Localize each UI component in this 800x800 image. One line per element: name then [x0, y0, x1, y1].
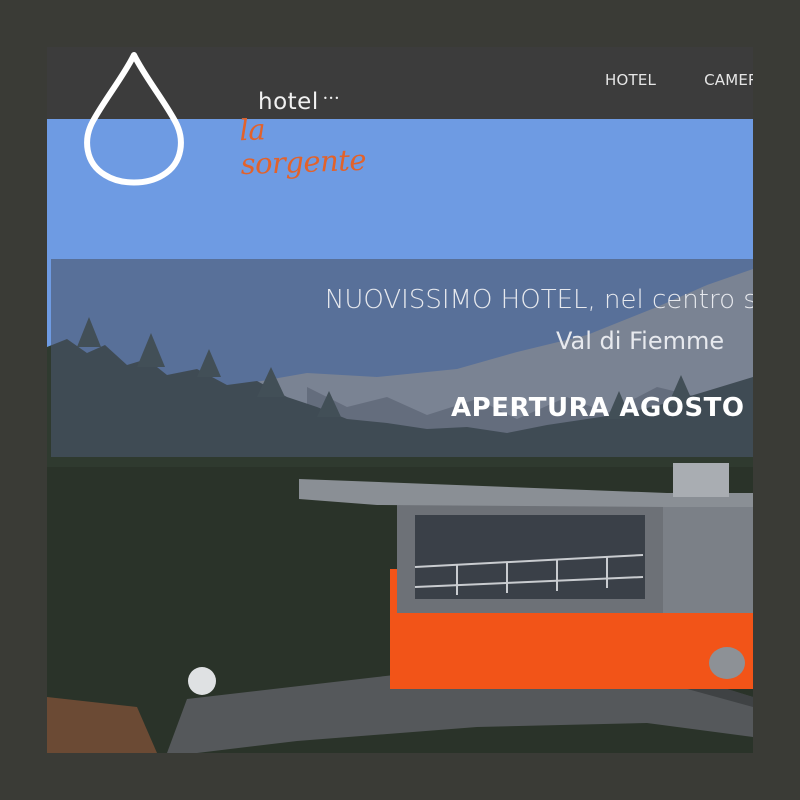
page-viewport: HOTEL CAMERE hotel ••• la sorgente NUOVI…: [47, 47, 753, 753]
logo-stars: •••: [323, 94, 341, 103]
hero-subheadline: Val di Fiemme: [556, 327, 725, 355]
chimney: [673, 463, 729, 497]
nav-item-hotel[interactable]: HOTEL: [605, 71, 656, 89]
logo-text-name: la sorgente: [238, 112, 367, 182]
main-nav: HOTEL CAMERE: [605, 71, 753, 89]
hero-headline: NUOVISSIMO HOTEL, nel centro storico di: [324, 285, 753, 315]
hotel-logo[interactable]: hotel ••• la sorgente: [83, 51, 367, 189]
water-drop-icon: [84, 52, 184, 186]
satellite-dish: [709, 647, 745, 679]
building-gray-side: [663, 495, 753, 613]
nav-item-camere[interactable]: CAMERE: [704, 71, 753, 89]
satellite-dish: [188, 667, 216, 695]
hero-banner: NUOVISSIMO HOTEL, nel centro storico di …: [51, 259, 753, 457]
hero-cta-text: APERTURA AGOSTO: [451, 393, 745, 423]
